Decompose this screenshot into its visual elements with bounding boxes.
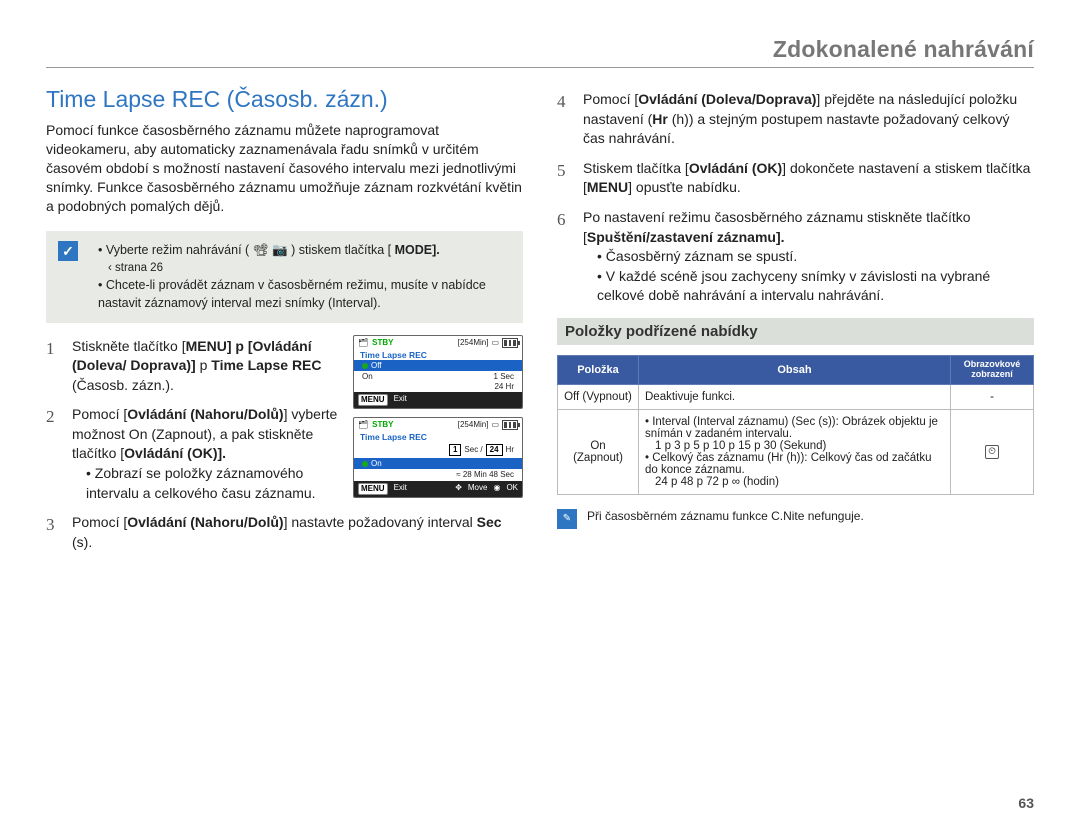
step-6-b2: • V každé scéně jsou zachyceny snímky v … [583, 267, 1034, 306]
step-2-bullet: • Zobrazí se položky záznamového interva… [72, 464, 523, 503]
footnote: ✎ Při časosběrném záznamu funkce C.Nite … [557, 509, 1034, 529]
cell-on-desc: • Interval (Interval záznamu) (Sec (s)):… [639, 409, 951, 494]
page-title: Time Lapse REC (Časosb. zázn.) [46, 86, 523, 113]
th-content: Obsah [639, 355, 951, 384]
tip-line-1c: MODE]. [395, 243, 440, 257]
section-header: Zdokonalené nahrávání [46, 36, 1034, 63]
options-table: Položka Obsah Obrazovkovézobrazení Off (… [557, 355, 1034, 495]
th-display: Obrazovkovézobrazení [951, 355, 1034, 384]
cell-on-disp: ⏲ [951, 409, 1034, 494]
intro-paragraph: Pomocí funkce časosběrného záznamu můžet… [46, 121, 523, 215]
note-text: Při časosběrném záznamu funkce C.Nite ne… [587, 509, 864, 523]
steps-left: Stiskněte tlačítko [MENU] p [Ovládání (D… [46, 333, 523, 559]
cell-off-desc: Deaktivuje funkci. [639, 384, 951, 409]
cell-off-disp: - [951, 384, 1034, 409]
page-number: 63 [1018, 795, 1034, 811]
table-row: Off (Vypnout) Deaktivuje funkci. - [558, 384, 1034, 409]
tip-line-1a: • Vyberte režim nahrávání ( [98, 243, 249, 257]
th-item: Položka [558, 355, 639, 384]
tip-pageref: ‹ strana 26 [108, 260, 509, 277]
step-6-b1: • Časosběrný záznam se spustí. [583, 247, 1034, 267]
divider [46, 67, 1034, 68]
photo-icon: 📷 [272, 243, 288, 257]
step-3: Pomocí [Ovládání (Nahoru/Dolů)] nastavte… [46, 509, 523, 558]
timelapse-icon: ⏲ [985, 445, 999, 459]
step-6: Po nastavení režimu časosběrného záznamu… [557, 204, 1034, 312]
tip-box: ✓ • Vyberte režim nahrávání ( 📽 📷 ) stis… [46, 231, 523, 322]
video-icon: 📽 [253, 243, 269, 257]
check-icon: ✓ [58, 241, 78, 261]
cell-on-label: On (Zapnout) [558, 409, 639, 494]
step-5: Stiskem tlačítka [Ovládání (OK)] dokonče… [557, 155, 1034, 204]
tip-line-1b: ) stiskem tlačítka [ [291, 243, 391, 257]
submenu-title: Položky podřízené nabídky [557, 318, 1034, 345]
tip-line-2: • Chcete-li provádět záznam v časosběrné… [98, 276, 509, 312]
step-2: Pomocí [Ovládání (Nahoru/Dolů)] vyberte … [46, 401, 523, 509]
note-icon: ✎ [557, 509, 577, 529]
table-row: On (Zapnout) • Interval (Interval záznam… [558, 409, 1034, 494]
cell-off-label: Off (Vypnout) [558, 384, 639, 409]
step-1: Stiskněte tlačítko [MENU] p [Ovládání (D… [46, 333, 523, 402]
steps-right: Pomocí [Ovládání (Doleva/Doprava)] přejd… [557, 86, 1034, 312]
step-4: Pomocí [Ovládání (Doleva/Doprava)] přejd… [557, 86, 1034, 155]
